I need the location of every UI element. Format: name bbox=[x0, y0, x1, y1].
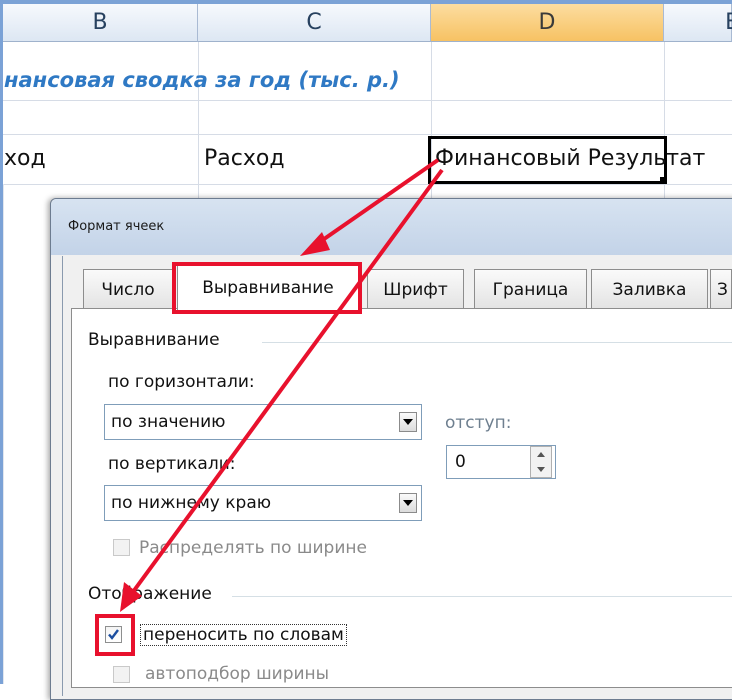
group-divider bbox=[232, 596, 732, 597]
horizontal-label: по горизонтали: bbox=[108, 372, 255, 392]
tab-font[interactable]: Шрифт bbox=[367, 269, 464, 309]
arrow-down-icon bbox=[537, 467, 545, 472]
dialog-title: Формат ячеек bbox=[68, 219, 165, 234]
grid-line bbox=[3, 134, 732, 135]
cell-c4[interactable]: Расход bbox=[204, 146, 285, 171]
tab-border[interactable]: Граница bbox=[474, 269, 587, 309]
grid-line bbox=[198, 42, 199, 202]
column-header-label: E bbox=[725, 10, 732, 35]
vertical-alignment-select[interactable]: по нижнему краю bbox=[104, 485, 422, 521]
cell-d4: Финансовый Результат bbox=[435, 146, 706, 171]
indent-value: 0 bbox=[455, 452, 466, 472]
column-header-e[interactable]: E bbox=[664, 4, 732, 42]
chevron-down-icon bbox=[403, 500, 413, 506]
shrink-to-fit-checkbox[interactable] bbox=[113, 666, 130, 683]
grid-line bbox=[3, 184, 732, 185]
grid-line bbox=[3, 184, 4, 684]
horizontal-dropdown-button[interactable] bbox=[399, 412, 417, 432]
horizontal-alignment-select[interactable]: по значению bbox=[104, 404, 422, 440]
tab-fill[interactable]: Заливка bbox=[591, 269, 708, 309]
shrink-to-fit-label: автоподбор ширины bbox=[145, 664, 330, 684]
column-header-c[interactable]: C bbox=[198, 4, 431, 42]
indent-label: отступ: bbox=[445, 413, 512, 433]
highlight-box-checkbox bbox=[95, 614, 135, 656]
group-divider bbox=[262, 342, 732, 343]
arrow-up-icon bbox=[537, 452, 545, 457]
vertical-dropdown-button[interactable] bbox=[399, 493, 417, 513]
display-group-label: Отображение bbox=[88, 584, 212, 604]
grid-line bbox=[3, 100, 732, 101]
vertical-alignment-value: по нижнему краю bbox=[111, 493, 272, 513]
column-header-label: C bbox=[306, 10, 322, 35]
column-header-label: D bbox=[538, 10, 556, 35]
tab-label: Шрифт bbox=[383, 279, 448, 300]
indent-spinner[interactable] bbox=[530, 446, 552, 478]
chevron-down-icon bbox=[403, 419, 413, 425]
wrap-text-label: переносить по словам bbox=[140, 624, 347, 646]
highlight-box-tab bbox=[172, 262, 362, 314]
title-cell[interactable]: нансовая сводка за год (тыс. р.) bbox=[4, 68, 400, 92]
tab-label: Граница bbox=[492, 279, 569, 300]
distribute-label: Распределять по ширине bbox=[139, 538, 367, 558]
tab-label: З bbox=[717, 279, 728, 300]
cell-b4[interactable]: ход bbox=[4, 146, 46, 171]
tab-number[interactable]: Число bbox=[83, 269, 173, 309]
alignment-group-label: Выравнивание bbox=[88, 330, 220, 350]
tab-protection[interactable]: З bbox=[710, 269, 732, 309]
tab-label: Число bbox=[101, 279, 155, 300]
horizontal-alignment-value: по значению bbox=[111, 412, 226, 432]
fill-handle[interactable] bbox=[660, 177, 667, 184]
vertical-label: по вертикали: bbox=[108, 454, 236, 474]
column-header-b[interactable]: B bbox=[3, 4, 198, 42]
tab-label: Заливка bbox=[612, 279, 687, 300]
column-header-label: B bbox=[92, 10, 108, 35]
column-header-d[interactable]: D bbox=[431, 4, 664, 42]
distribute-checkbox[interactable] bbox=[113, 539, 130, 556]
